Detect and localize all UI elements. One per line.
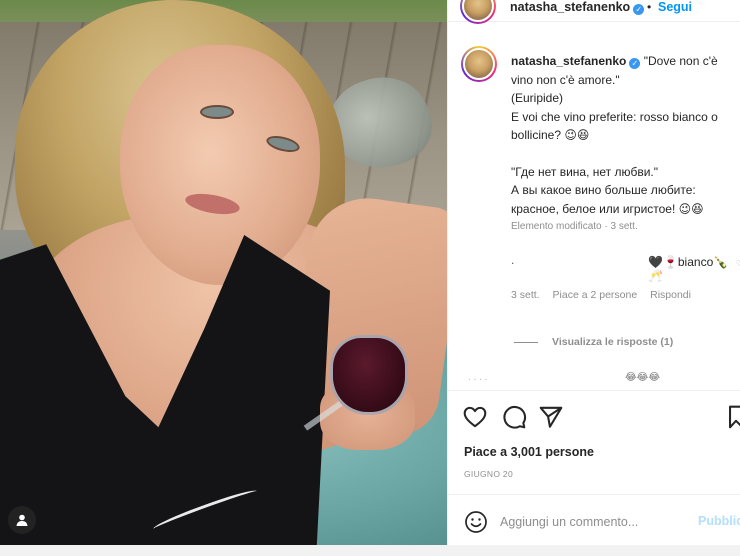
comment-reply-button[interactable]: Rispondi: [650, 289, 691, 301]
verified-badge-icon: ✓: [633, 4, 645, 15]
comment-time[interactable]: 3 sett.: [511, 289, 540, 301]
caption-line: А вы какое вино больше любите:: [511, 183, 696, 197]
caption-line: E voi che vino preferite: rosso bianco o: [511, 109, 718, 124]
caption-username[interactable]: natasha_stefanenko: [511, 54, 626, 68]
caption-line: "Где нет вина, нет любви.": [511, 164, 659, 179]
page-bottom-strip: [0, 545, 740, 556]
comment-username[interactable]: .: [511, 253, 514, 267]
header-username[interactable]: natasha_stefanenko ✓: [510, 0, 645, 15]
header-avatar[interactable]: [460, 0, 496, 24]
likes-count[interactable]: Piace a 3,001 persone: [464, 445, 594, 459]
post-sidebar: natasha_stefanenko ✓ • Segui natasha_stef…: [447, 0, 740, 545]
comment-username[interactable]: . . . .: [468, 372, 487, 383]
left-eye: [200, 105, 234, 119]
comment-text: 🖤🍷bianco🍾🥂: [648, 255, 729, 283]
comment-icon[interactable]: [501, 404, 527, 430]
bookmark-icon[interactable]: [726, 404, 740, 430]
comment-meta: 3 sett. Piace a 2 persone Rispondi: [511, 289, 701, 301]
caption-line: красное, белое или игристое! 😉😆: [511, 201, 704, 216]
follow-button[interactable]: Segui: [658, 0, 692, 14]
comment-input[interactable]: [500, 513, 690, 531]
user-tag-button[interactable]: [8, 506, 36, 534]
user-tag-icon: [16, 514, 28, 526]
view-replies-button[interactable]: Visualizza le risposte (1): [514, 336, 673, 348]
comment-likes[interactable]: Piace a 2 persone: [553, 289, 638, 301]
post-photo[interactable]: [0, 0, 447, 545]
comments-list[interactable]: natasha_stefanenko ✓ "Dove non c'è vino n…: [448, 40, 740, 390]
header-separator: •: [647, 0, 652, 14]
post-actions: Piace a 3,001 persone GIUGNO 20 Pubblica: [448, 390, 740, 540]
caption-avatar[interactable]: [461, 46, 497, 82]
post-comment-button[interactable]: Pubblica: [698, 514, 740, 528]
caption-line: vino non c'è amore.": [511, 72, 620, 87]
verified-badge-icon: ✓: [629, 58, 641, 69]
caption-meta: Elemento modificato · 3 sett.: [511, 221, 638, 232]
comment-item: . 🖤🍷bianco🍾🥂 ♡: [511, 253, 740, 283]
comment-item: . . . . 😂😂😂: [468, 372, 738, 390]
send-icon[interactable]: [538, 404, 564, 430]
comment-text: 😂😂😂: [625, 372, 661, 383]
caption-line: "Dove non c'è: [643, 54, 718, 68]
wine-glass: [330, 335, 408, 415]
post-date[interactable]: GIUGNO 20: [464, 469, 513, 479]
caption: natasha_stefanenko ✓ "Dove non c'è vino n…: [511, 52, 736, 218]
divider: [514, 341, 538, 343]
heart-icon[interactable]: [462, 404, 488, 430]
face: [120, 45, 320, 285]
comment-like-icon[interactable]: ♡: [736, 259, 740, 268]
caption-line: bollicine? 😉😆: [511, 128, 590, 142]
smiley-icon[interactable]: [464, 510, 488, 534]
post-header: natasha_stefanenko ✓ • Segui: [448, 0, 740, 24]
comment-composer: Pubblica: [448, 494, 740, 546]
caption-line: (Euripide): [511, 91, 564, 105]
